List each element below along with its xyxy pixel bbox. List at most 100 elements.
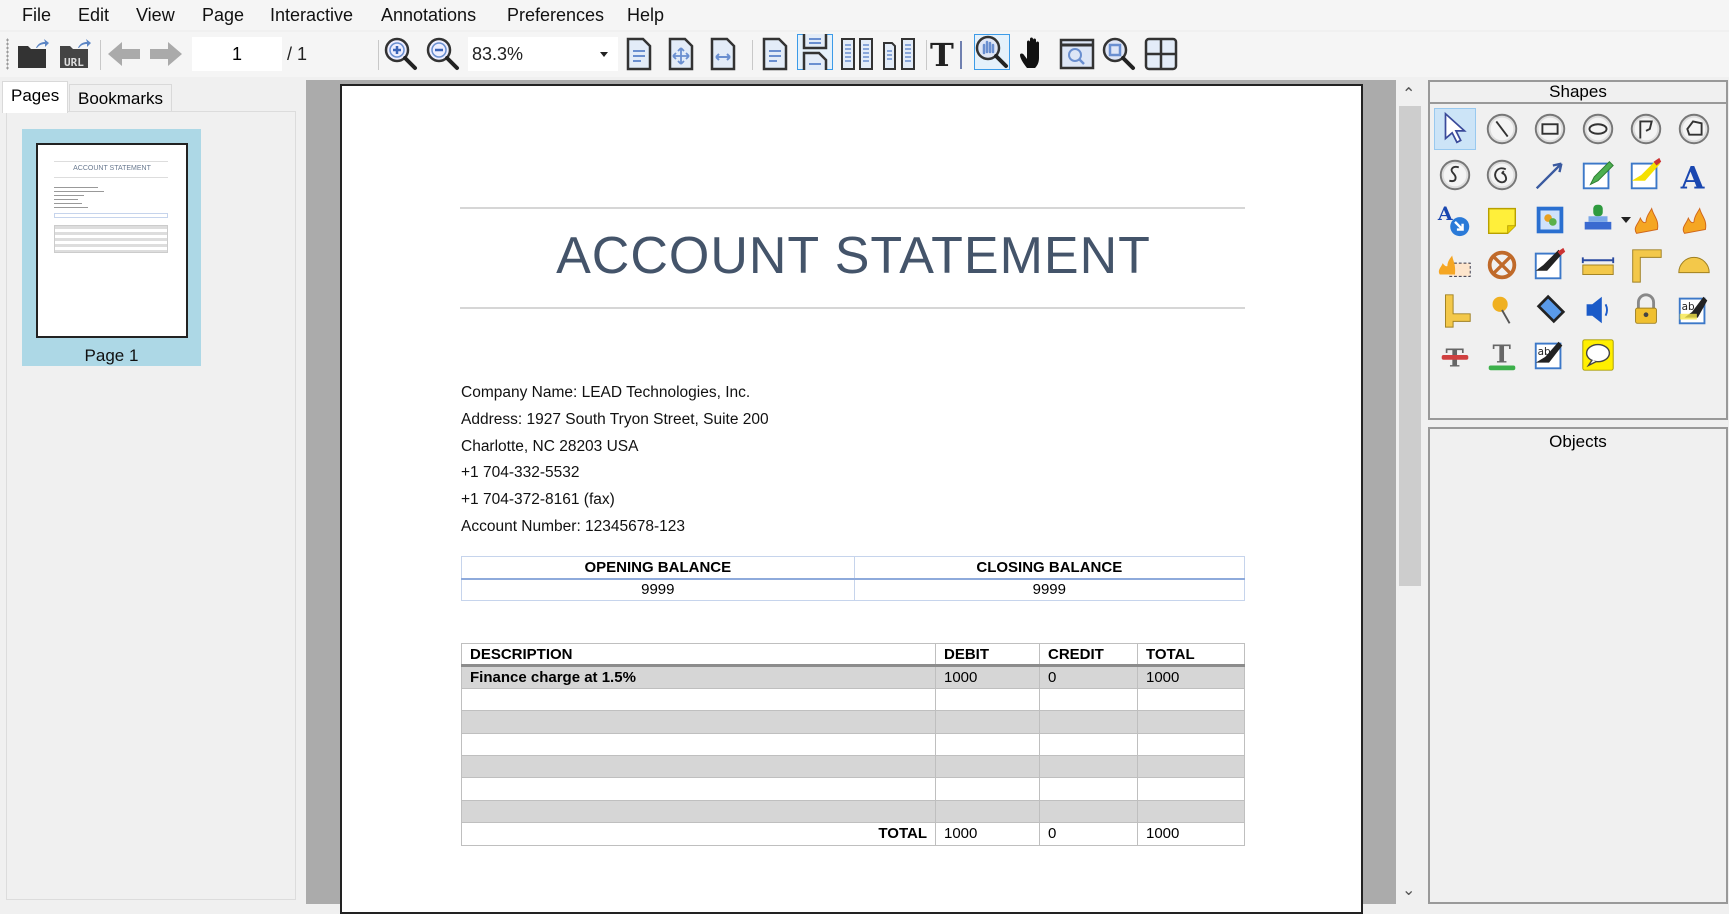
cell-credit: 0 (1039, 665, 1138, 689)
page-number-input[interactable] (192, 37, 282, 71)
shape-tool-redact-rect[interactable] (1434, 244, 1476, 286)
fit-width-button[interactable] (705, 36, 741, 72)
note-icon (1483, 201, 1521, 239)
shape-tool-underline[interactable]: T (1481, 334, 1523, 376)
scroll-up-icon[interactable]: ⌃ (1402, 84, 1415, 103)
shape-tool-closed-curve[interactable] (1481, 154, 1523, 196)
cell-description (461, 732, 936, 756)
select-icon (1436, 110, 1474, 148)
open-url-button[interactable]: URL (57, 36, 93, 72)
zoom-hand-icon (974, 34, 1010, 70)
table-row: Finance charge at 1.5% 1000 0 1000 (461, 665, 1245, 689)
shape-tool-highlight[interactable] (1529, 244, 1571, 286)
shape-tool-rectangle[interactable] (1529, 108, 1571, 150)
shape-tool-strikeout[interactable]: T (1434, 334, 1476, 376)
redact-hotspot-icon (1627, 201, 1665, 239)
menu-preferences[interactable]: Preferences (507, 5, 604, 26)
shape-tool-protractor[interactable] (1673, 244, 1715, 286)
tab-pages[interactable]: Pages (2, 81, 69, 113)
text-select-icon: T (929, 37, 967, 71)
scroll-down-icon[interactable]: ⌄ (1402, 880, 1415, 899)
table-row (461, 687, 1245, 712)
toolbar-grip[interactable] (6, 38, 9, 70)
shape-tool-polyline[interactable] (1625, 108, 1667, 150)
shape-tool-curve[interactable] (1434, 154, 1476, 196)
fit-fullscreen-button[interactable] (663, 36, 699, 72)
shape-tool-redact[interactable] (1673, 199, 1715, 241)
tab-bookmarks[interactable]: Bookmarks (69, 84, 173, 112)
cell-debit (935, 687, 1040, 712)
shape-tool-line[interactable] (1481, 108, 1523, 150)
table-row (461, 710, 1245, 734)
shape-tool-video[interactable] (1529, 289, 1571, 331)
total-credit: 0 (1039, 822, 1138, 846)
fit-page-button[interactable] (621, 36, 657, 72)
shape-tool-comment[interactable] (1577, 334, 1619, 376)
cell-total (1137, 799, 1245, 824)
cell-credit (1039, 777, 1138, 801)
shape-tool-encrypt[interactable] (1625, 289, 1667, 331)
shape-tool-freehand[interactable] (1577, 154, 1619, 196)
shape-tool-text[interactable]: A (1673, 154, 1715, 196)
line-icon (1483, 110, 1521, 148)
next-page-button[interactable] (148, 36, 184, 72)
shape-tool-audio[interactable] (1577, 289, 1619, 331)
url-icon: URL (58, 38, 92, 70)
shape-tool-push-pin[interactable] (1481, 289, 1523, 331)
menu-help[interactable]: Help (627, 5, 664, 26)
document-title: ACCOUNT STATEMENT (556, 227, 1151, 285)
shape-tool-text-highlight[interactable]: ab (1673, 289, 1715, 331)
strikeout-icon: T (1436, 336, 1474, 374)
page-thumbnail-image[interactable]: ACCOUNT STATEMENT (36, 143, 188, 338)
shape-tool-text-redact[interactable]: ab (1529, 334, 1571, 376)
zoom-out-button[interactable] (425, 36, 461, 72)
menu-interactive[interactable]: Interactive (270, 5, 353, 26)
shape-tool-polygon[interactable] (1673, 108, 1715, 150)
zoom-dropdown-arrow[interactable] (600, 52, 608, 57)
zoom-in-button[interactable] (383, 36, 419, 72)
header-debit: DEBIT (935, 642, 1040, 668)
pan-button[interactable] (1017, 36, 1053, 72)
shape-tool-ellipse[interactable] (1577, 108, 1619, 150)
scrollbar-thumb[interactable] (1399, 106, 1421, 586)
cell-description (461, 777, 936, 801)
document-page[interactable]: ACCOUNT STATEMENT Company Name: LEAD Tec… (340, 84, 1363, 914)
shape-tool-select[interactable] (1434, 108, 1476, 150)
shape-tool-text-pointer[interactable]: A (1434, 199, 1476, 241)
underline-icon: T (1483, 336, 1521, 374)
open-file-button[interactable] (15, 36, 51, 72)
shape-tool-hotspot[interactable] (1481, 244, 1523, 286)
menu-view[interactable]: View (136, 5, 175, 26)
shape-tool-pointer-arrow[interactable] (1529, 154, 1571, 196)
shape-tool-note[interactable] (1481, 199, 1523, 241)
menu-edit[interactable]: Edit (78, 5, 109, 26)
table-row (461, 777, 1245, 801)
zoom-tool-button[interactable] (974, 34, 1010, 70)
shape-tool-highlight-freehand[interactable] (1625, 154, 1667, 196)
text-redact-icon: ab (1531, 336, 1569, 374)
city-state: Charlotte, NC 28203 USA (461, 438, 639, 455)
shape-tool-ruler[interactable] (1577, 244, 1619, 286)
shape-tool-redact-hotspot[interactable] (1625, 199, 1667, 241)
single-page-button[interactable] (757, 36, 793, 72)
text-pointer-icon: A (1436, 201, 1474, 239)
zoom-to-selection-button[interactable] (1101, 36, 1137, 72)
fax: +1 704-372-8161 (fax) (461, 491, 615, 508)
menu-file[interactable]: File (22, 5, 51, 26)
shape-tool-cross-ruler[interactable] (1434, 289, 1476, 331)
grid-button[interactable] (1143, 36, 1179, 72)
cell-description (461, 799, 936, 824)
magnifier-button[interactable] (1059, 36, 1095, 72)
two-pages-cover-button[interactable] (882, 36, 918, 72)
shape-tool-protractor-angle[interactable] (1625, 244, 1667, 286)
cell-description (461, 687, 936, 712)
menu-annotations[interactable]: Annotations (381, 5, 476, 26)
continuous-page-button[interactable] (797, 34, 833, 70)
two-pages-button[interactable] (840, 36, 876, 72)
previous-page-button[interactable] (106, 36, 142, 72)
shape-tool-stamp-image[interactable] (1529, 199, 1571, 241)
shapes-title: Shapes (1430, 82, 1726, 104)
shape-tool-rubber-stamp[interactable] (1577, 199, 1619, 241)
menu-page[interactable]: Page (202, 5, 244, 26)
select-text-button[interactable]: T (930, 36, 966, 72)
